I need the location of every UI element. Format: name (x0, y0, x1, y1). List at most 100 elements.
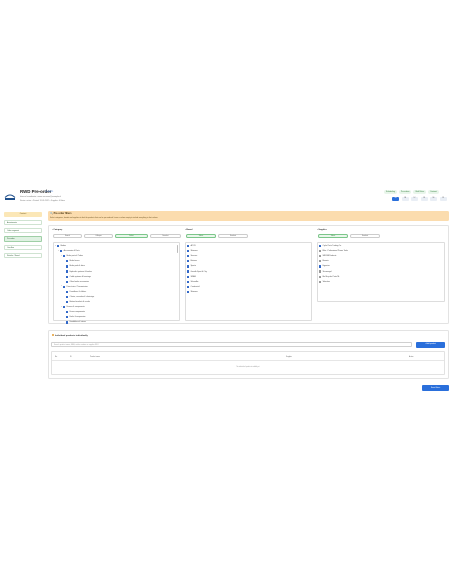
checkbox-unchecked-icon[interactable] (319, 255, 322, 258)
products-heading-text: Individual products individually (55, 334, 88, 337)
checkbox-unchecked-icon[interactable] (319, 270, 322, 273)
column-header-no: No. (55, 356, 58, 358)
supplier-select-button[interactable]: Select (318, 234, 348, 238)
banner-title: 🔍 Pre-order filters (50, 212, 72, 216)
products-table: No. ID Product name Supplier Action No i… (51, 351, 445, 375)
brand-list: ACCS Shimano Sunrace Batavus Sparta Gazelle S… (185, 242, 312, 321)
pager-item-1f[interactable]: 1F (439, 196, 447, 201)
category-tree-item-label: Bottom brackets & cranks (69, 301, 91, 304)
checkbox-checked-icon[interactable] (187, 250, 190, 253)
checkbox-unchecked-icon[interactable] (319, 280, 322, 283)
brand-select-button[interactable]: Select (186, 234, 216, 238)
checkbox-checked-icon[interactable] (63, 306, 66, 309)
pill-shift-rules[interactable]: Shift Rules (413, 189, 427, 194)
section-pager: 1A 1B 1C 1D 1E 1F (392, 196, 447, 201)
checkbox-checked-icon[interactable] (66, 260, 69, 263)
filter-list-id-link[interactable]: ID 45321 (45, 191, 53, 193)
pager-item-1d[interactable]: 1D (420, 196, 428, 201)
sidebar-item-order-segment[interactable]: Order segment (4, 228, 42, 234)
info-banner: 🔍 Pre-order filters Select categories, b… (48, 211, 449, 221)
checkbox-unchecked-icon[interactable] (319, 250, 322, 253)
checkbox-checked-icon[interactable] (63, 255, 66, 258)
checkbox-checked-icon[interactable] (60, 250, 63, 253)
header-meta-coordinator: Internal coordinator: name.surname@examp… (20, 196, 62, 198)
pager-item-1e[interactable]: 1E (430, 196, 437, 201)
checkbox-checked-icon[interactable] (187, 260, 190, 263)
category-tree-item-label: Brake parts & Tubes (66, 255, 83, 258)
sidebar-item-retailer-brand[interactable]: Retailer / Brand (4, 252, 42, 258)
header-pill-row: Scheduling Pre-orders Shift Rules Contra… (384, 189, 439, 194)
sidebar-heading: Contact (4, 212, 42, 217)
checkbox-checked-icon[interactable] (187, 285, 190, 288)
brand-item-label: Batavus (190, 260, 198, 263)
checkbox-checked-icon[interactable] (66, 275, 69, 278)
category-tree-item-label: Handlebars & stems (69, 321, 86, 324)
checkbox-checked-icon[interactable] (66, 295, 69, 299)
checkbox-checked-icon[interactable] (187, 265, 190, 268)
sidebar-item-assortments[interactable]: Assortments (4, 220, 42, 226)
pill-pre-orders[interactable]: Pre-orders (398, 189, 412, 194)
brand-item-label: Schwalbe (190, 280, 199, 283)
checkbox-checked-icon[interactable] (187, 290, 190, 293)
checkbox-checked-icon[interactable] (66, 311, 69, 314)
checkbox-checked-icon[interactable] (319, 244, 322, 248)
category-select-button[interactable]: Select (115, 234, 148, 238)
checkbox-checked-icon[interactable] (187, 280, 190, 283)
checkbox-checked-icon[interactable] (66, 316, 69, 319)
brand-item-label: Sparta (190, 265, 196, 268)
checkbox-checked-icon[interactable] (66, 280, 69, 283)
checkbox-checked-icon[interactable] (63, 285, 66, 288)
add-product-button[interactable]: + Add product (416, 342, 445, 348)
save-filters-button[interactable]: Save filters (422, 385, 449, 391)
category-tree-item-label: Bodies (60, 245, 67, 248)
checkbox-checked-icon[interactable] (66, 321, 69, 324)
pager-item-1c[interactable]: 1C (411, 196, 418, 201)
category-collapse-button[interactable]: Collapse (84, 234, 113, 238)
category-tree-rows: ▾ Bodies ▾ Accessories & Parts ▾ Brake parts … (54, 243, 179, 326)
pill-contract[interactable]: Contract (428, 189, 439, 194)
category-tree-item-label: Chains, cassettes & chainrings (69, 295, 95, 298)
category-search-button[interactable]: Search (53, 234, 82, 238)
brand-deselect-button[interactable]: Deselect (218, 234, 248, 238)
checkbox-checked-icon[interactable] (187, 255, 190, 258)
pill-scheduling[interactable]: Scheduling (384, 189, 397, 194)
checkbox-checked-icon[interactable] (66, 300, 69, 304)
checkbox-checked-icon[interactable] (187, 275, 190, 278)
sidebar-item-overflow[interactable]: Overflow (4, 244, 42, 250)
supplier-item-label: Elite - Professional Power Tools (322, 250, 348, 253)
supplier-deselect-button[interactable]: Deselect (350, 234, 380, 238)
supplier-item[interactable]: Velocitas (319, 279, 443, 284)
checkbox-unchecked-icon[interactable] (319, 275, 322, 278)
supplier-item-label: Hyperion (322, 265, 330, 268)
header-meta-status: Status: active • Period: 12-01-2025 • Su… (20, 199, 66, 202)
category-tree-item-label: Drive trains / Transmission (66, 285, 88, 288)
checkbox-checked-icon[interactable] (66, 270, 69, 273)
category-deselect-button[interactable]: Deselect (150, 234, 181, 238)
supplier-item-label: Bix Bicycles Parts NL (322, 275, 340, 278)
category-tree-item[interactable]: Handlebars & stems (55, 320, 178, 325)
page: RWD Pre-order Filter list • ID 45321 Int… (0, 0, 452, 584)
category-tree: ▾ Bodies ▾ Accessories & Parts ▾ Brake parts … (53, 242, 180, 324)
checkbox-unchecked-icon[interactable] (319, 260, 322, 263)
pager-item-1a[interactable]: 1A (392, 196, 399, 201)
category-tree-scrollbar[interactable] (176, 245, 178, 253)
category-heading: ▪ Category (52, 229, 62, 231)
checkbox-checked-icon[interactable] (187, 270, 190, 273)
brand-heading-text: Brand (186, 229, 193, 231)
category-tree-item-label: Derailleurs & shifters (69, 290, 87, 293)
brand-item-label: ACCS (190, 245, 196, 248)
brand-item[interactable]: Shimano (187, 289, 310, 294)
product-search-input[interactable]: Search product name, EAN, article number… (51, 342, 412, 347)
checkbox-checked-icon[interactable] (187, 244, 190, 248)
checkbox-checked-icon[interactable] (57, 244, 60, 248)
pager-item-1b[interactable]: 1B (401, 196, 409, 201)
checkbox-checked-icon[interactable] (66, 265, 69, 268)
sidebar-item-pre-order[interactable]: Pre-order (4, 236, 42, 242)
category-heading-text: Category (53, 229, 63, 231)
checkbox-checked-icon[interactable] (319, 265, 322, 268)
filter-list-tag: Filter list • ID 45321 (36, 191, 53, 193)
checkbox-checked-icon[interactable] (66, 290, 69, 293)
column-header-action: Action (409, 356, 414, 358)
column-header-product-name: Product name (90, 356, 100, 358)
supplier-list-rows: Cycle Parts Trading Co. Elite - Professio… (318, 243, 444, 285)
